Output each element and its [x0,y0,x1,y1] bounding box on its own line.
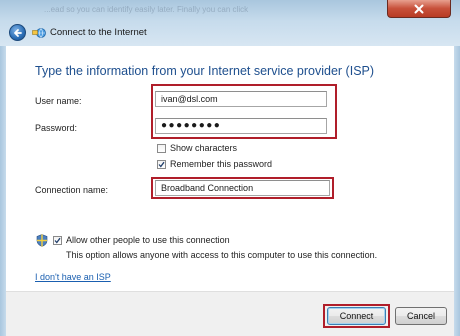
frame-right [454,46,460,336]
allow-others-checkbox[interactable] [53,236,62,245]
checkmark-icon [158,161,165,168]
connect-button[interactable]: Connect [327,307,386,325]
network-globe-icon [32,28,46,38]
show-characters-label: Show characters [170,143,238,153]
show-characters-checkbox[interactable] [157,144,166,153]
connect-dialog: ...ead so you can identify easily later.… [0,0,460,336]
no-isp-link[interactable]: I don't have an ISP [35,272,111,282]
window-title: Connect to the Internet [50,27,147,38]
back-arrow-icon [13,28,22,37]
username-field[interactable]: ivan@dsl.com [155,91,327,107]
allow-others-label: Allow other people to use this connectio… [66,235,230,245]
remember-password-checkbox[interactable] [157,160,166,169]
username-label: User name: [35,96,82,106]
back-button[interactable] [9,24,26,41]
shield-icon [36,234,48,247]
password-label: Password: [35,123,78,133]
close-icon [414,4,424,13]
remember-password-label: Remember this password [170,159,273,169]
page-heading: Type the information from your Internet … [35,64,375,78]
cancel-button[interactable]: Cancel [395,307,447,325]
allow-others-description: This option allows anyone with access to… [66,250,378,260]
checkmark-icon [54,237,61,244]
background-ghost-text: ...ead so you can identify easily later.… [44,5,249,14]
connection-name-label: Connection name: [35,185,109,195]
connection-name-field[interactable]: Broadband Connection [155,180,330,196]
close-button[interactable] [387,0,451,18]
password-field[interactable]: ●●●●●●●● [155,118,327,134]
